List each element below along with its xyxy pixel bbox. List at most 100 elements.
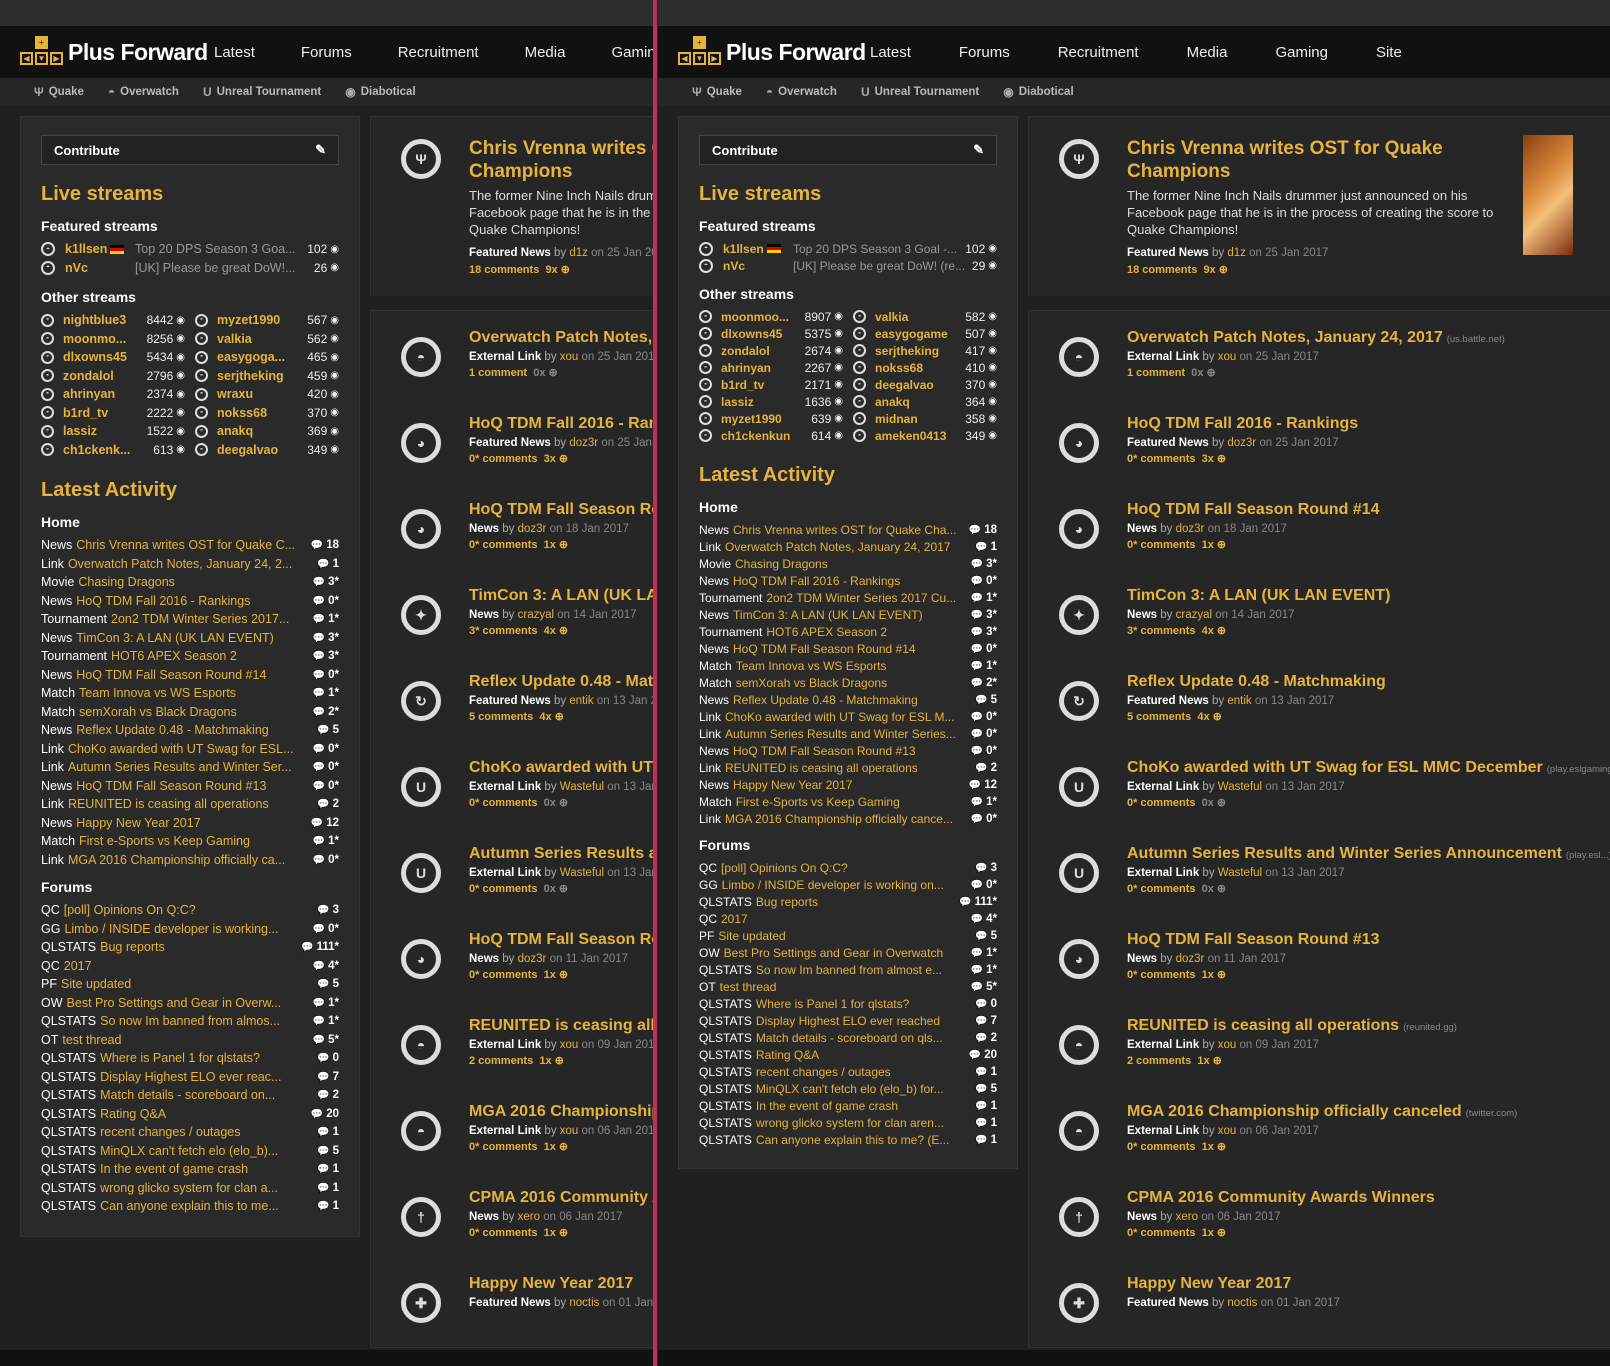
comments-link[interactable]: 2 comments [469, 1055, 533, 1067]
activity-title[interactable]: Bug reports [100, 940, 295, 954]
home-activity-row[interactable]: News HoQ TDM Fall Season Round #13 💬 0* [41, 777, 339, 796]
activity-title[interactable]: Team Innova vs WS Esports [736, 659, 965, 673]
home-activity-row[interactable]: News HoQ TDM Fall Season Round #13 💬 0* [699, 742, 997, 759]
plus-count[interactable]: 4x [1202, 625, 1214, 637]
activity-title[interactable]: wrong glicko system for clan aren... [756, 1116, 969, 1130]
forums-activity-row[interactable]: QC 2017 💬 4* [41, 957, 339, 976]
comments-link[interactable]: 0* comments [469, 883, 537, 895]
activity-title[interactable]: HoQ TDM Fall 2016 - Rankings [733, 574, 965, 588]
plus-count[interactable]: 4x [1197, 711, 1209, 723]
stream-name[interactable]: myzet1990 [217, 313, 307, 327]
stream-name[interactable]: k1llsen [65, 242, 107, 256]
news-author[interactable]: doz3r [1176, 953, 1205, 965]
news-author[interactable]: Wasteful [560, 781, 604, 793]
stream-name[interactable]: ahrinyan [63, 387, 147, 401]
other-stream-row[interactable]: ◓ easygoga... 465 ◉ [195, 348, 339, 367]
forums-activity-row[interactable]: QLSTATS So now Im banned from almost e...… [699, 961, 997, 978]
news-author[interactable]: xou [560, 351, 579, 363]
news-title[interactable]: Autumn Series Results and Winter Series … [469, 845, 654, 863]
news-title-text[interactable]: TimCon 3: A LAN (UK LAN EVENT) [1127, 587, 1390, 604]
stream-name[interactable]: easygoga... [217, 350, 307, 364]
comments-link[interactable]: 3* comments [469, 625, 537, 637]
news-title[interactable]: Reflex Update 0.48 - Matchmaking [1127, 673, 1386, 691]
stream-name[interactable]: deegalvao [217, 443, 307, 457]
news-author[interactable]: doz3r [569, 437, 598, 449]
featured-stream-row[interactable]: ◓ nVc [UK] Please be great DoW!... 26 ◉ [41, 259, 339, 278]
forums-activity-row[interactable]: PF Site updated 💬 5 [699, 927, 997, 944]
subnav-overwatch[interactable]: ◓ Overwatch [108, 85, 179, 99]
other-stream-row[interactable]: ◓ deegalvao 370 ◉ [853, 376, 997, 393]
stream-name[interactable]: wraxu [217, 387, 307, 401]
stream-name[interactable]: nightblue3 [63, 313, 147, 327]
comments-link[interactable]: 1 comment [469, 367, 527, 379]
nav-link-gaming[interactable]: Gaming [611, 44, 654, 61]
featured-stream-row[interactable]: ◓ k1llsen Top 20 DPS Season 3 Goa... 102 ◉ [41, 240, 339, 259]
stream-name[interactable]: zondalol [63, 369, 147, 383]
news-author[interactable]: xou [1218, 1039, 1237, 1051]
plus-count[interactable]: 0x [533, 367, 545, 379]
lead-plus-count[interactable]: 9x [1203, 264, 1215, 276]
activity-title[interactable]: [poll] Opinions On Q:C? [64, 903, 311, 917]
activity-title[interactable]: REUNITED is ceasing all operations [68, 797, 311, 811]
forums-activity-row[interactable]: QLSTATS Display Highest ELO ever reac... 💬… [41, 1068, 339, 1087]
activity-title[interactable]: Overwatch Patch Notes, January 24, 2017 [725, 540, 969, 554]
news-title-text[interactable]: Reflex Update 0.48 - Matchmaking [1127, 673, 1386, 690]
home-activity-row[interactable]: Match Team Innova vs WS Esports 💬 1* [699, 657, 997, 674]
activity-title[interactable]: ChoKo awarded with UT Swag for ESL... [68, 742, 307, 756]
stream-name[interactable]: b1rd_tv [721, 378, 805, 392]
home-activity-row[interactable]: Tournament HOT6 APEX Season 2 💬 3* [41, 647, 339, 666]
nav-link-forums[interactable]: Forums [301, 44, 352, 61]
stream-name[interactable]: ch1ckenk... [63, 443, 153, 457]
home-activity-row[interactable]: Match First e-Sports vs Keep Gaming 💬 1* [41, 832, 339, 851]
lead-comments-link[interactable]: 18 comments [1127, 264, 1197, 276]
stream-name[interactable]: ameken0413 [875, 429, 965, 443]
forums-activity-row[interactable]: QLSTATS Rating Q&A 💬 20 [41, 1105, 339, 1124]
nav-link-latest[interactable]: Latest [870, 44, 911, 61]
news-title-text[interactable]: REUNITED is ceasing all operations [469, 1017, 654, 1034]
site-logo[interactable]: + ◀ ▼ ▶ Plus Forward [678, 36, 866, 68]
comments-link[interactable]: 0* comments [1127, 453, 1195, 465]
activity-title[interactable]: recent changes / outages [756, 1065, 969, 1079]
news-author[interactable]: doz3r [518, 953, 547, 965]
news-title-text[interactable]: ChoKo awarded with UT Swag for ESL MMC D… [469, 759, 654, 776]
forums-activity-row[interactable]: QLSTATS Can anyone explain this to me... 💬… [41, 1197, 339, 1216]
news-title[interactable]: HoQ TDM Fall Season Round #13 [1127, 931, 1379, 949]
news-title-text[interactable]: HoQ TDM Fall Season Round #14 [469, 501, 654, 518]
activity-title[interactable]: test thread [720, 980, 965, 994]
activity-title[interactable]: Autumn Series Results and Winter Series.… [725, 727, 965, 741]
activity-title[interactable]: HoQ TDM Fall Season Round #13 [733, 744, 965, 758]
activity-title[interactable]: HoQ TDM Fall Season Round #14 [76, 668, 306, 682]
plus-count[interactable]: 3x [1202, 453, 1214, 465]
plus-count[interactable]: 0x [1191, 367, 1203, 379]
activity-title[interactable]: ChoKo awarded with UT Swag for ESL M... [725, 710, 965, 724]
home-activity-row[interactable]: News Chris Vrenna writes OST for Quake C.… [41, 536, 339, 555]
home-activity-row[interactable]: Link Autumn Series Results and Winter Ser… [41, 758, 339, 777]
forums-activity-row[interactable]: QLSTATS In the event of game crash 💬 1 [699, 1097, 997, 1114]
forums-activity-row[interactable]: QLSTATS MinQLX can't fetch elo (elo_b) fo… [699, 1080, 997, 1097]
other-stream-row[interactable]: ◓ serjtheking 417 ◉ [853, 342, 997, 359]
other-stream-row[interactable]: ◓ dlxowns45 5375 ◉ [699, 325, 843, 342]
news-title[interactable]: REUNITED is ceasing all operations (reuni… [1127, 1017, 1457, 1035]
other-stream-row[interactable]: ◓ ch1ckenkun 614 ◉ [699, 427, 843, 444]
nav-link-media[interactable]: Media [525, 44, 566, 61]
forums-activity-row[interactable]: QLSTATS Display Highest ELO ever reached 💬… [699, 1012, 997, 1029]
plus-count[interactable]: 4x [539, 711, 551, 723]
stream-name[interactable]: dlxowns45 [721, 327, 805, 341]
subnav-quake[interactable]: Ψ Quake [34, 85, 84, 99]
home-activity-row[interactable]: Link Autumn Series Results and Winter Ser… [699, 725, 997, 742]
plus-count[interactable]: 1x [1202, 1227, 1214, 1239]
other-stream-row[interactable]: ◓ myzet1990 567 ◉ [195, 311, 339, 330]
stream-name[interactable]: lassiz [721, 395, 805, 409]
home-activity-row[interactable]: News HoQ TDM Fall Season Round #14 💬 0* [699, 640, 997, 657]
news-title[interactable]: HoQ TDM Fall Season Round #14 [1127, 501, 1379, 519]
news-title[interactable]: TimCon 3: A LAN (UK LAN EVENT) [469, 587, 654, 605]
contribute-button[interactable]: Contribute ✎ [699, 135, 997, 165]
news-title-text[interactable]: MGA 2016 Championship officially cancele… [469, 1103, 654, 1120]
news-title[interactable]: Overwatch Patch Notes, January 24, 2017(… [469, 329, 654, 347]
other-stream-row[interactable]: ◓ anakq 369 ◉ [195, 422, 339, 441]
forums-activity-row[interactable]: QLSTATS Bug reports 💬 111* [41, 938, 339, 957]
activity-title[interactable]: semXorah vs Black Dragons [736, 676, 965, 690]
plus-count[interactable]: 1x [1202, 539, 1214, 551]
home-activity-row[interactable]: News Chris Vrenna writes OST for Quake Ch… [699, 521, 997, 538]
forums-activity-row[interactable]: QLSTATS Match details - scoreboard on qls… [699, 1029, 997, 1046]
